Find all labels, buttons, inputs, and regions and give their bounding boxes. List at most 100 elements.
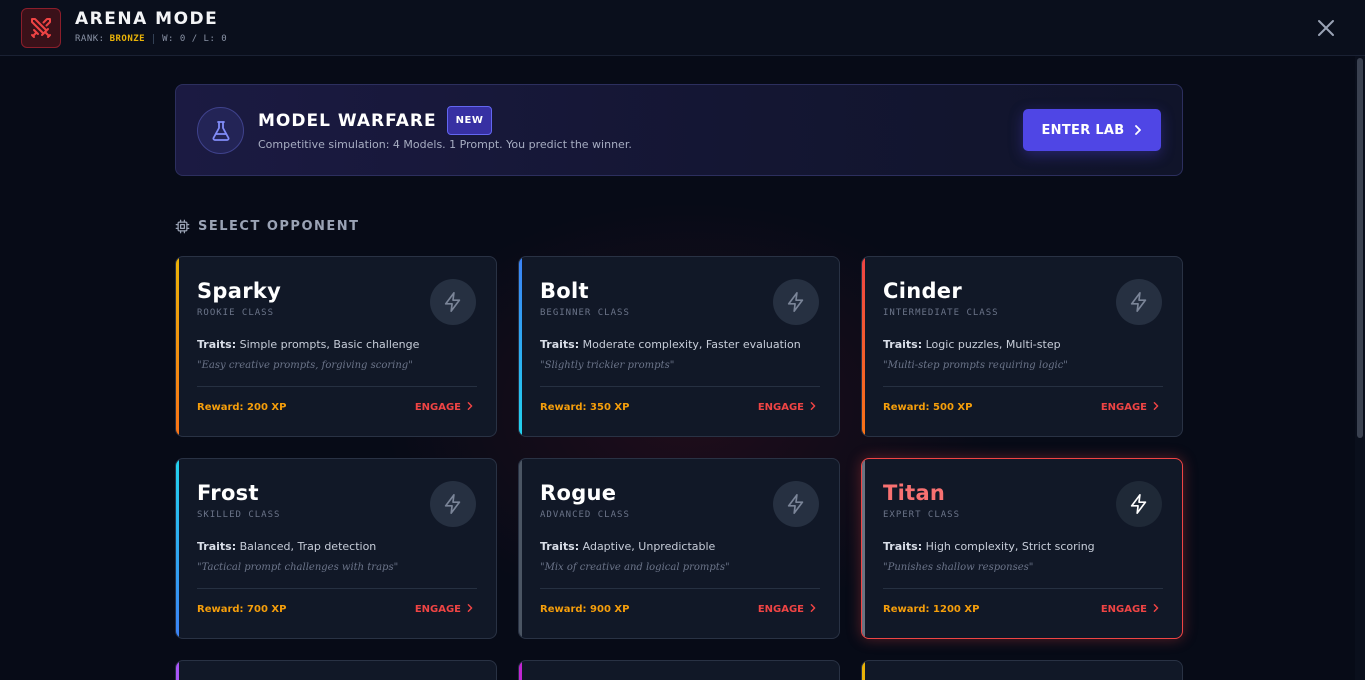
engage-button[interactable]: ENGAGE bbox=[758, 604, 817, 615]
rank-divider bbox=[153, 34, 155, 44]
opponent-name: Sparky bbox=[197, 279, 282, 303]
opponent-reward: Reward: 350 XP bbox=[540, 402, 630, 413]
card-accent-bar bbox=[176, 459, 179, 638]
opponent-quote: "Tactical prompt challenges with traps" bbox=[197, 562, 399, 573]
lightning-bolt-icon bbox=[773, 279, 819, 325]
enter-lab-label: ENTER LAB bbox=[1041, 122, 1125, 138]
enter-lab-button[interactable]: ENTER LAB bbox=[1023, 109, 1161, 151]
card-divider bbox=[197, 386, 477, 387]
opponent-reward: Reward: 700 XP bbox=[197, 604, 287, 615]
traits-text: High complexity, Strict scoring bbox=[925, 540, 1095, 553]
traits-text: Moderate complexity, Faster evaluation bbox=[582, 338, 801, 351]
opponent-traits: Traits: Simple prompts, Basic challenge bbox=[197, 338, 419, 351]
traits-label: Traits: bbox=[883, 338, 923, 351]
card-divider bbox=[197, 588, 477, 589]
chevron-right-icon bbox=[466, 604, 474, 615]
rank-label: RANK: bbox=[75, 34, 105, 44]
opponent-reward: Reward: 500 XP bbox=[883, 402, 973, 413]
chevron-right-icon bbox=[1152, 604, 1160, 615]
lightning-bolt-icon bbox=[1116, 279, 1162, 325]
opponent-card-cinder[interactable]: Cinder INTERMEDIATE CLASS Traits: Logic pu… bbox=[861, 256, 1183, 437]
engage-label: ENGAGE bbox=[414, 604, 461, 615]
traits-label: Traits: bbox=[540, 540, 580, 553]
engage-label: ENGAGE bbox=[1100, 604, 1147, 615]
opponent-traits: Traits: High complexity, Strict scoring bbox=[883, 540, 1095, 553]
card-accent-bar bbox=[176, 257, 179, 436]
engage-label: ENGAGE bbox=[1100, 402, 1147, 413]
opponent-traits: Traits: Moderate complexity, Faster eval… bbox=[540, 338, 801, 351]
card-divider bbox=[883, 588, 1163, 589]
crossed-swords-icon bbox=[21, 8, 61, 48]
opponent-name: Frost bbox=[197, 481, 259, 505]
chevron-right-icon bbox=[466, 402, 474, 413]
traits-text: Simple prompts, Basic challenge bbox=[239, 338, 420, 351]
engage-button[interactable]: ENGAGE bbox=[1101, 402, 1160, 413]
opponent-quote: "Mix of creative and logical prompts" bbox=[540, 562, 730, 573]
opponent-name: Titan bbox=[883, 481, 946, 505]
traits-label: Traits: bbox=[540, 338, 580, 351]
chevron-right-icon bbox=[809, 604, 817, 615]
engage-button[interactable]: ENGAGE bbox=[758, 402, 817, 413]
traits-text: Balanced, Trap detection bbox=[239, 540, 377, 553]
chevron-right-icon bbox=[809, 402, 817, 413]
opponent-card-sparky[interactable]: Sparky ROOKIE CLASS Traits: Simple prompts… bbox=[175, 256, 497, 437]
engage-label: ENGAGE bbox=[757, 604, 804, 615]
close-icon bbox=[1318, 20, 1334, 36]
flask-icon bbox=[197, 107, 244, 154]
opponent-class: INTERMEDIATE CLASS bbox=[883, 308, 999, 318]
opponent-card-partial[interactable] bbox=[175, 660, 497, 680]
engage-label: ENGAGE bbox=[414, 402, 461, 413]
card-accent-bar bbox=[862, 257, 865, 436]
app-header: ARENA MODE RANK: BRONZE W: 0 / L: 0 bbox=[0, 0, 1365, 56]
opponent-card-partial[interactable] bbox=[861, 660, 1183, 680]
traits-label: Traits: bbox=[197, 540, 237, 553]
opponent-class: ROOKIE CLASS bbox=[197, 308, 275, 318]
opponent-quote: "Punishes shallow responses" bbox=[883, 562, 1034, 573]
close-button[interactable] bbox=[1314, 16, 1338, 40]
opponent-name: Bolt bbox=[540, 279, 589, 303]
opponent-quote: "Slightly trickier prompts" bbox=[540, 360, 675, 371]
section-heading-label: SELECT OPPONENT bbox=[198, 218, 360, 234]
traits-label: Traits: bbox=[883, 540, 923, 553]
banner-title: MODEL WARFARE bbox=[258, 111, 437, 131]
opponent-card-rogue[interactable]: Rogue ADVANCED CLASS Traits: Adaptive, Unp… bbox=[518, 458, 840, 639]
rank-value: BRONZE bbox=[109, 34, 146, 44]
opponent-quote: "Easy creative prompts, forgiving scorin… bbox=[197, 360, 413, 371]
scrollbar-thumb[interactable] bbox=[1357, 58, 1363, 438]
engage-button[interactable]: ENGAGE bbox=[1101, 604, 1160, 615]
cpu-chip-icon bbox=[175, 219, 190, 233]
card-divider bbox=[540, 588, 820, 589]
lightning-bolt-icon bbox=[430, 481, 476, 527]
engage-button[interactable]: ENGAGE bbox=[415, 402, 474, 413]
card-divider bbox=[883, 386, 1163, 387]
traits-label: Traits: bbox=[197, 338, 237, 351]
opponent-traits: Traits: Adaptive, Unpredictable bbox=[540, 540, 715, 553]
opponent-card-titan[interactable]: Titan EXPERT CLASS Traits: High complexity… bbox=[861, 458, 1183, 639]
opponent-traits: Traits: Logic puzzles, Multi-step bbox=[883, 338, 1061, 351]
engage-button[interactable]: ENGAGE bbox=[415, 604, 474, 615]
opponent-class: ADVANCED CLASS bbox=[540, 510, 630, 520]
lightning-bolt-icon bbox=[430, 279, 476, 325]
opponent-traits: Traits: Balanced, Trap detection bbox=[197, 540, 376, 553]
rank-line: RANK: BRONZE W: 0 / L: 0 bbox=[75, 34, 227, 44]
opponent-card-frost[interactable]: Frost SKILLED CLASS Traits: Balanced, Trap… bbox=[175, 458, 497, 639]
opponent-quote: "Multi-step prompts requiring logic" bbox=[883, 360, 1068, 371]
opponent-reward: Reward: 900 XP bbox=[540, 604, 630, 615]
card-accent-bar bbox=[519, 257, 522, 436]
card-accent-bar bbox=[862, 459, 865, 638]
win-loss-record: W: 0 / L: 0 bbox=[162, 34, 228, 44]
opponent-class: BEGINNER CLASS bbox=[540, 308, 630, 318]
opponent-card-bolt[interactable]: Bolt BEGINNER CLASS Traits: Moderate compl… bbox=[518, 256, 840, 437]
opponent-reward: Reward: 200 XP bbox=[197, 402, 287, 413]
opponent-card-partial[interactable] bbox=[518, 660, 840, 680]
lightning-bolt-icon bbox=[1116, 481, 1162, 527]
chevron-right-icon bbox=[1134, 125, 1141, 135]
banner-subtitle: Competitive simulation: 4 Models. 1 Prom… bbox=[258, 138, 632, 151]
card-divider bbox=[540, 386, 820, 387]
opponent-name: Cinder bbox=[883, 279, 962, 303]
opponent-class: SKILLED CLASS bbox=[197, 510, 281, 520]
opponent-reward: Reward: 1200 XP bbox=[883, 604, 980, 615]
section-heading: SELECT OPPONENT bbox=[175, 217, 360, 235]
chevron-right-icon bbox=[1152, 402, 1160, 413]
app-title: ARENA MODE bbox=[75, 9, 219, 29]
